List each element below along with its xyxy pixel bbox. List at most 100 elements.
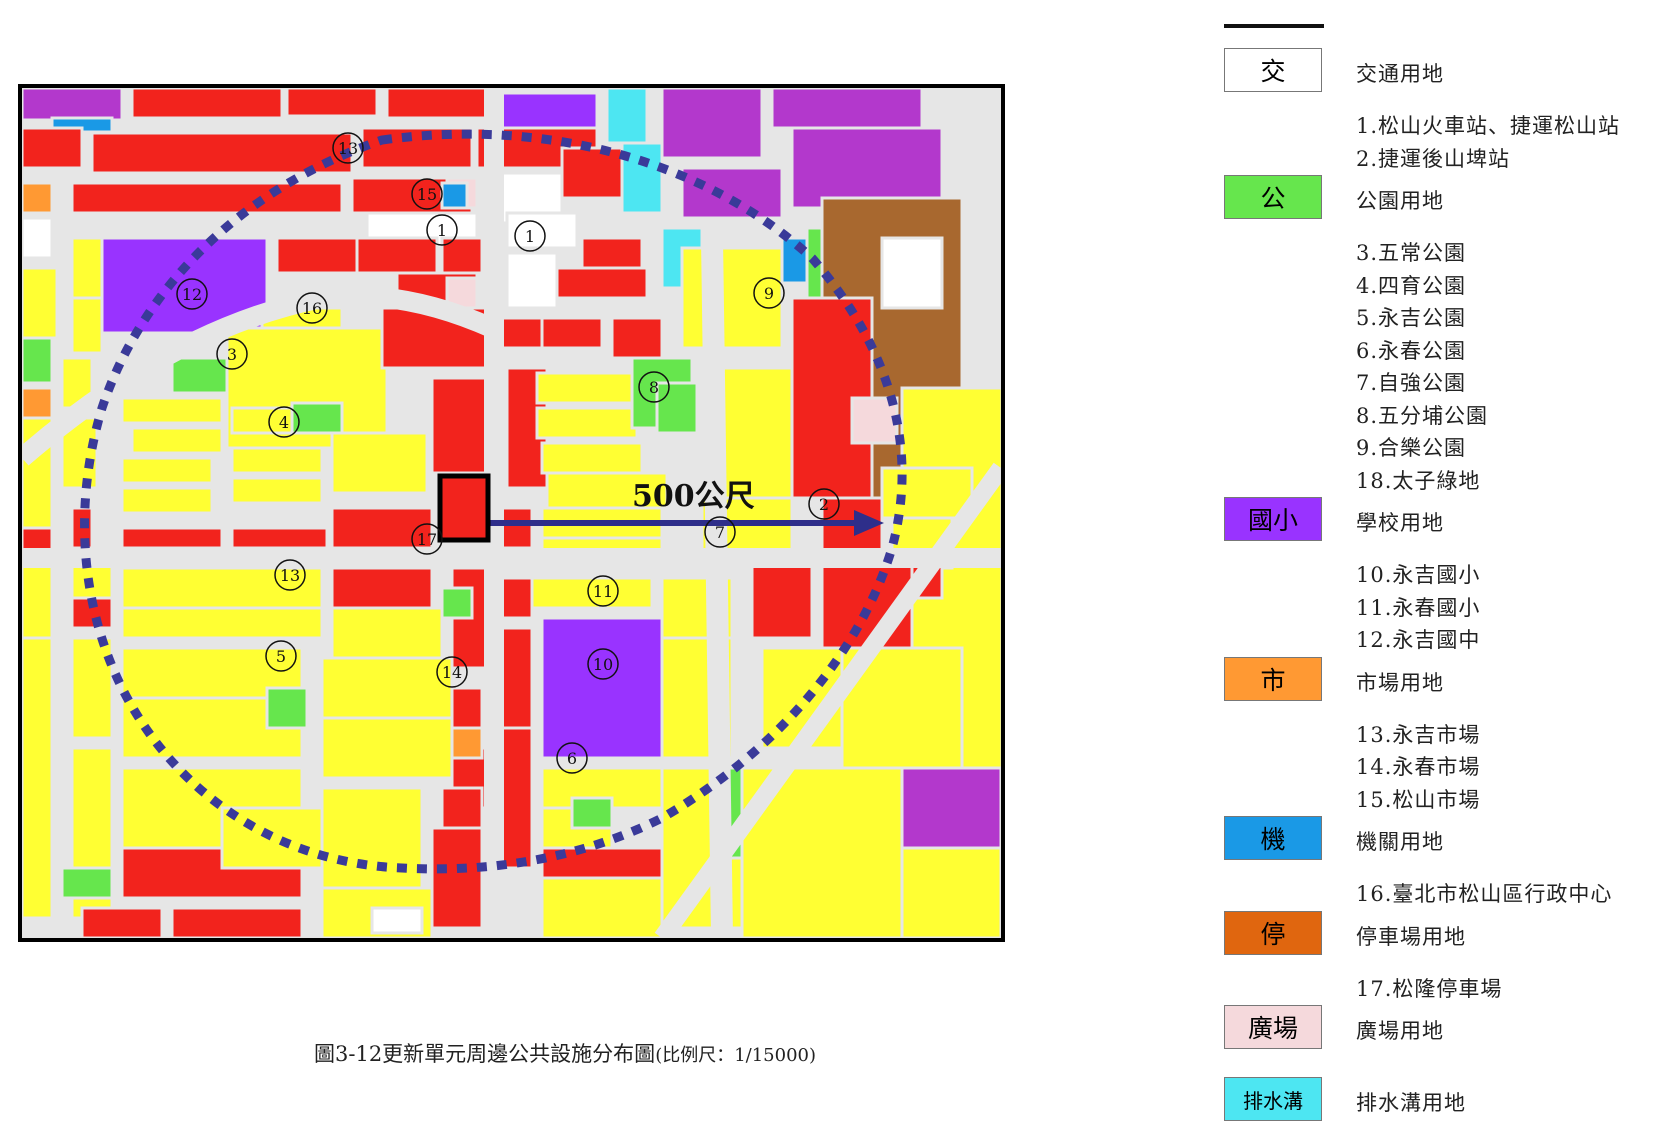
- legend-category-label: 公園用地: [1356, 189, 1444, 213]
- residential-block: [120, 456, 214, 485]
- industrial-block: [790, 126, 944, 210]
- transport-block: [505, 251, 559, 310]
- park-block: [265, 686, 309, 730]
- drainage-block: [605, 88, 649, 145]
- legend-facility-item: 5.永吉公園: [1356, 306, 1467, 330]
- legend-swatch-plaza: 廣場: [1224, 1005, 1322, 1049]
- residential-block: [220, 806, 324, 870]
- marker-number: 12: [182, 285, 202, 304]
- commercial-block: [500, 626, 534, 730]
- legend-swatch-park: 公: [1224, 175, 1322, 219]
- legend-facility-item: 18.太子綠地: [1356, 468, 1481, 493]
- marker-number: 3: [227, 345, 237, 364]
- map-canvas: 500公尺 1 123456789101112131314151617: [22, 88, 1001, 938]
- commercial-block: [285, 88, 379, 118]
- figure-caption: 圖3-12更新單元周邊公共設施分布圖(比例尺：1/15000): [314, 1038, 816, 1068]
- marker-number: 11: [593, 582, 613, 601]
- road: [701, 237, 733, 938]
- marker-number: 15: [417, 185, 437, 204]
- legend-category-label: 排水溝用地: [1356, 1091, 1466, 1115]
- commercial-block: [80, 906, 164, 938]
- marker-number: 16: [302, 299, 322, 318]
- commercial-block: [430, 376, 489, 475]
- residential-block: [880, 466, 974, 520]
- legend-category-label: 停車場用地: [1356, 924, 1466, 949]
- legend-top-rule: [1224, 24, 1324, 28]
- park-block: [60, 866, 114, 900]
- transport-block: [22, 216, 54, 260]
- commercial-block: [500, 576, 534, 620]
- marker-number: 4: [279, 413, 289, 432]
- residential-block: [120, 396, 224, 425]
- residential-block: [320, 656, 454, 720]
- commercial-block: [330, 566, 434, 610]
- industrial-block: [900, 766, 1001, 850]
- legend-facility-item: 9.合樂公園: [1356, 436, 1467, 460]
- legend-facility-item: 16.臺北市松山區行政中心: [1356, 882, 1613, 906]
- residential-block: [900, 846, 1001, 938]
- legend-swatch-transport: 交: [1224, 48, 1322, 92]
- residential-block: [330, 606, 444, 660]
- scale-distance-label: 500公尺: [632, 479, 755, 514]
- legend-facility-item: 8.五分埔公園: [1356, 403, 1489, 428]
- residential-block: [535, 406, 639, 440]
- marker-number: 5: [276, 647, 286, 666]
- legend-category-label: 交通用地: [1356, 62, 1444, 86]
- residential-block: [540, 441, 644, 475]
- industrial-block: [680, 166, 784, 220]
- residential-block: [120, 486, 214, 515]
- legend-facility-item: 6.永春公園: [1356, 338, 1467, 363]
- legend-swatch-government: 機: [1224, 816, 1322, 860]
- commercial-block: [750, 556, 814, 640]
- legend-swatch-school: 國小: [1224, 497, 1322, 541]
- transport-block: [505, 211, 579, 250]
- legend-category-label: 學校用地: [1356, 511, 1444, 535]
- market-block: [450, 726, 484, 760]
- marker-number: 13: [280, 566, 300, 585]
- commercial-block: [70, 181, 344, 215]
- park-block: [440, 586, 474, 620]
- market-block: [22, 181, 54, 215]
- residential-block: [70, 636, 114, 740]
- legend-facility-item: 1.松山火車站、捷運松山站: [1356, 114, 1621, 138]
- legend-facility-item: 17.松隆停車場: [1356, 976, 1503, 1001]
- marker-number: 17: [417, 530, 437, 549]
- marker-number: 1: [437, 221, 447, 240]
- commercial-block: [360, 126, 474, 170]
- park-block: [655, 381, 699, 435]
- marker-number: 10: [593, 655, 613, 674]
- residential-block: [70, 236, 104, 300]
- residential-block: [535, 371, 644, 405]
- residential-block: [320, 716, 454, 780]
- legend-facility-item: 4.四育公園: [1356, 273, 1467, 298]
- residential-block: [540, 876, 664, 938]
- commercial-block: [500, 506, 534, 550]
- park-block: [290, 401, 344, 435]
- commercial-block: [555, 266, 649, 300]
- residential-block: [70, 296, 104, 355]
- legend-swatch-market: 市: [1224, 656, 1322, 701]
- legend-category-label: 市場用地: [1356, 670, 1444, 695]
- legend-category-label: 廣場用地: [1356, 1019, 1444, 1043]
- industrial-block: [770, 88, 924, 130]
- legend-facility-item: 14.永春市場: [1356, 755, 1481, 779]
- residential-block: [22, 266, 59, 340]
- legend-facility-item: 2.捷運後山埤站: [1356, 146, 1511, 171]
- park-block: [570, 796, 614, 830]
- land-use-map: 500公尺 1 1 2 3 4 5 6 7 8 9 10 11 12 13 13 14 15 16 17: [18, 84, 1005, 942]
- renewal-unit-site: [437, 473, 491, 543]
- marker-number: 7: [715, 523, 725, 542]
- residential-block: [230, 476, 324, 505]
- commercial-block: [130, 88, 284, 120]
- legend-facility-item: 3.五常公園: [1356, 241, 1467, 265]
- school-block: [540, 616, 664, 760]
- legend-swatch-parking: 停: [1224, 910, 1322, 955]
- residential-block: [130, 426, 224, 455]
- legend-category-label: 機關用地: [1356, 830, 1444, 854]
- road: [22, 548, 1001, 568]
- commercial-block: [500, 726, 534, 870]
- marker-number: 13: [338, 139, 358, 158]
- marker-number: 2: [819, 495, 829, 514]
- commercial-block: [540, 316, 604, 350]
- residential-block: [330, 431, 429, 495]
